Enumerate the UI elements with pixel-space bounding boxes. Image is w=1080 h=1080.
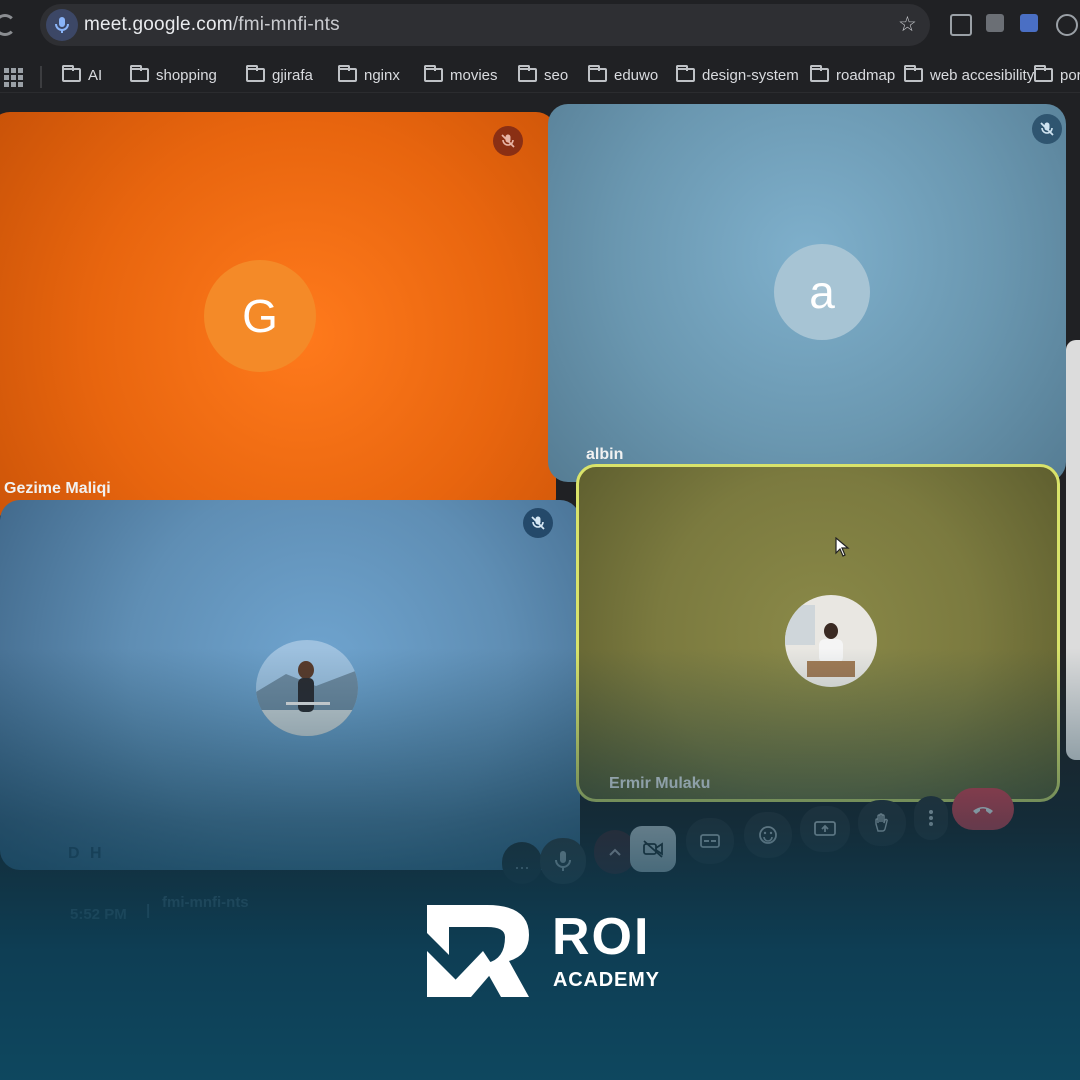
address-bar[interactable]: meet.google.com/fmi-mnfi-nts ☆ [40, 4, 930, 46]
bookmark-eduwo[interactable]: eduwo [588, 62, 658, 88]
participant-name: D H [68, 845, 105, 862]
bookmark-label: design-system [702, 66, 799, 84]
emoji-icon [759, 826, 777, 844]
folder-icon [338, 65, 357, 82]
participant-tile-speaking[interactable]: Ermir Mulaku [576, 464, 1060, 802]
extension-icon[interactable] [986, 14, 1004, 32]
participant-tile[interactable]: G Gezime Maliqi [0, 112, 556, 518]
raise-hand-button[interactable] [858, 800, 906, 846]
folder-icon [810, 65, 829, 82]
participant-tile[interactable]: D H [0, 500, 580, 870]
bookmark-nginx[interactable]: nginx [338, 62, 400, 88]
bookmark-seo[interactable]: seo [518, 62, 568, 88]
mic-off-icon [493, 126, 523, 156]
participant-tile[interactable]: a albin [548, 104, 1066, 482]
present-icon [814, 821, 836, 836]
bookmarks-separator [40, 66, 42, 88]
bookmark-label: shopping [156, 66, 217, 84]
chevron-up-icon [609, 848, 621, 856]
emoji-button[interactable] [744, 812, 792, 858]
brand-title: ROI [552, 908, 651, 966]
bookmark-label: nginx [364, 66, 400, 84]
bookmark-gjirafa[interactable]: gjirafa [246, 62, 313, 88]
bookmark-label: porf [1060, 66, 1080, 84]
more-vert-icon [929, 810, 933, 826]
more-vert-button[interactable] [914, 796, 948, 840]
extension-icon[interactable] [1056, 14, 1078, 36]
present-button[interactable] [800, 806, 850, 852]
participant-tile-partial[interactable] [1066, 340, 1080, 760]
brand-logo: ROI ACADEMY [425, 903, 665, 1003]
star-icon[interactable]: ☆ [898, 12, 917, 37]
mic-button[interactable] [540, 838, 586, 884]
camera-off-button[interactable] [630, 826, 676, 872]
bookmark-label: movies [450, 66, 498, 84]
bookmark-web-accesibility[interactable]: web accesibility [904, 62, 1034, 88]
folder-icon [588, 65, 607, 82]
leave-call-button[interactable] [952, 788, 1014, 830]
meeting-time: 5:52 PM [70, 906, 127, 923]
url-path: /fmi-mnfi-nts [232, 14, 340, 35]
mic-off-icon [523, 508, 553, 538]
avatar-photo [256, 640, 358, 736]
bookmark-design-system[interactable]: design-system [676, 62, 799, 88]
bookmark-roadmap[interactable]: roadmap [810, 62, 895, 88]
raise-hand-icon [875, 813, 888, 832]
mic-icon [555, 851, 571, 871]
participant-name: albin [586, 446, 624, 463]
bookmark-porf[interactable]: porf [1034, 62, 1080, 88]
folder-icon [518, 65, 537, 82]
bookmark-movies[interactable]: movies [424, 62, 498, 88]
folder-icon [676, 65, 695, 82]
bookmark-label: eduwo [614, 66, 659, 84]
folder-icon [246, 65, 265, 82]
browser-toolbar: meet.google.com/fmi-mnfi-nts ☆ [0, 0, 1080, 52]
site-info-icon[interactable] [46, 9, 78, 41]
avatar: G [204, 260, 316, 372]
captions-icon [700, 834, 720, 848]
brand-subtitle: ACADEMY [553, 969, 660, 991]
participant-name: Gezime Maliqi [4, 480, 111, 497]
camera-off-icon [643, 840, 663, 858]
bookmark-label: AI [88, 66, 103, 84]
bookmark-label: web accesibility [930, 66, 1035, 84]
folder-icon [904, 65, 923, 82]
apps-grid-icon[interactable] [4, 68, 23, 87]
url-text[interactable]: meet.google.com/fmi-mnfi-nts [84, 14, 340, 36]
extension-icon[interactable] [950, 14, 972, 36]
bookmark-ai[interactable]: AI [62, 62, 102, 88]
roi-academy-logo-icon [427, 905, 529, 997]
bookmark-label: seo [544, 66, 569, 84]
cursor-icon [835, 537, 850, 557]
bookmark-shopping[interactable]: shopping [130, 62, 217, 88]
reload-icon[interactable] [0, 14, 16, 36]
bookmark-label: gjirafa [272, 66, 313, 84]
meeting-info-separator: | [146, 902, 151, 919]
bookmark-label: roadmap [836, 66, 896, 84]
more-options-button[interactable]: ... [502, 842, 542, 884]
folder-icon [62, 65, 81, 82]
avatar: a [774, 244, 870, 340]
folder-icon [1034, 65, 1053, 82]
avatar-photo [785, 595, 877, 687]
captions-button[interactable] [686, 818, 734, 864]
meeting-code: fmi-mnfi-nts [162, 894, 249, 911]
folder-icon [424, 65, 443, 82]
url-host: meet.google.com [84, 14, 233, 35]
folder-icon [130, 65, 149, 82]
translate-icon[interactable] [1020, 14, 1038, 32]
participant-name: Ermir Mulaku [609, 775, 711, 792]
hangup-icon [973, 807, 993, 814]
mic-off-icon [1032, 114, 1062, 144]
